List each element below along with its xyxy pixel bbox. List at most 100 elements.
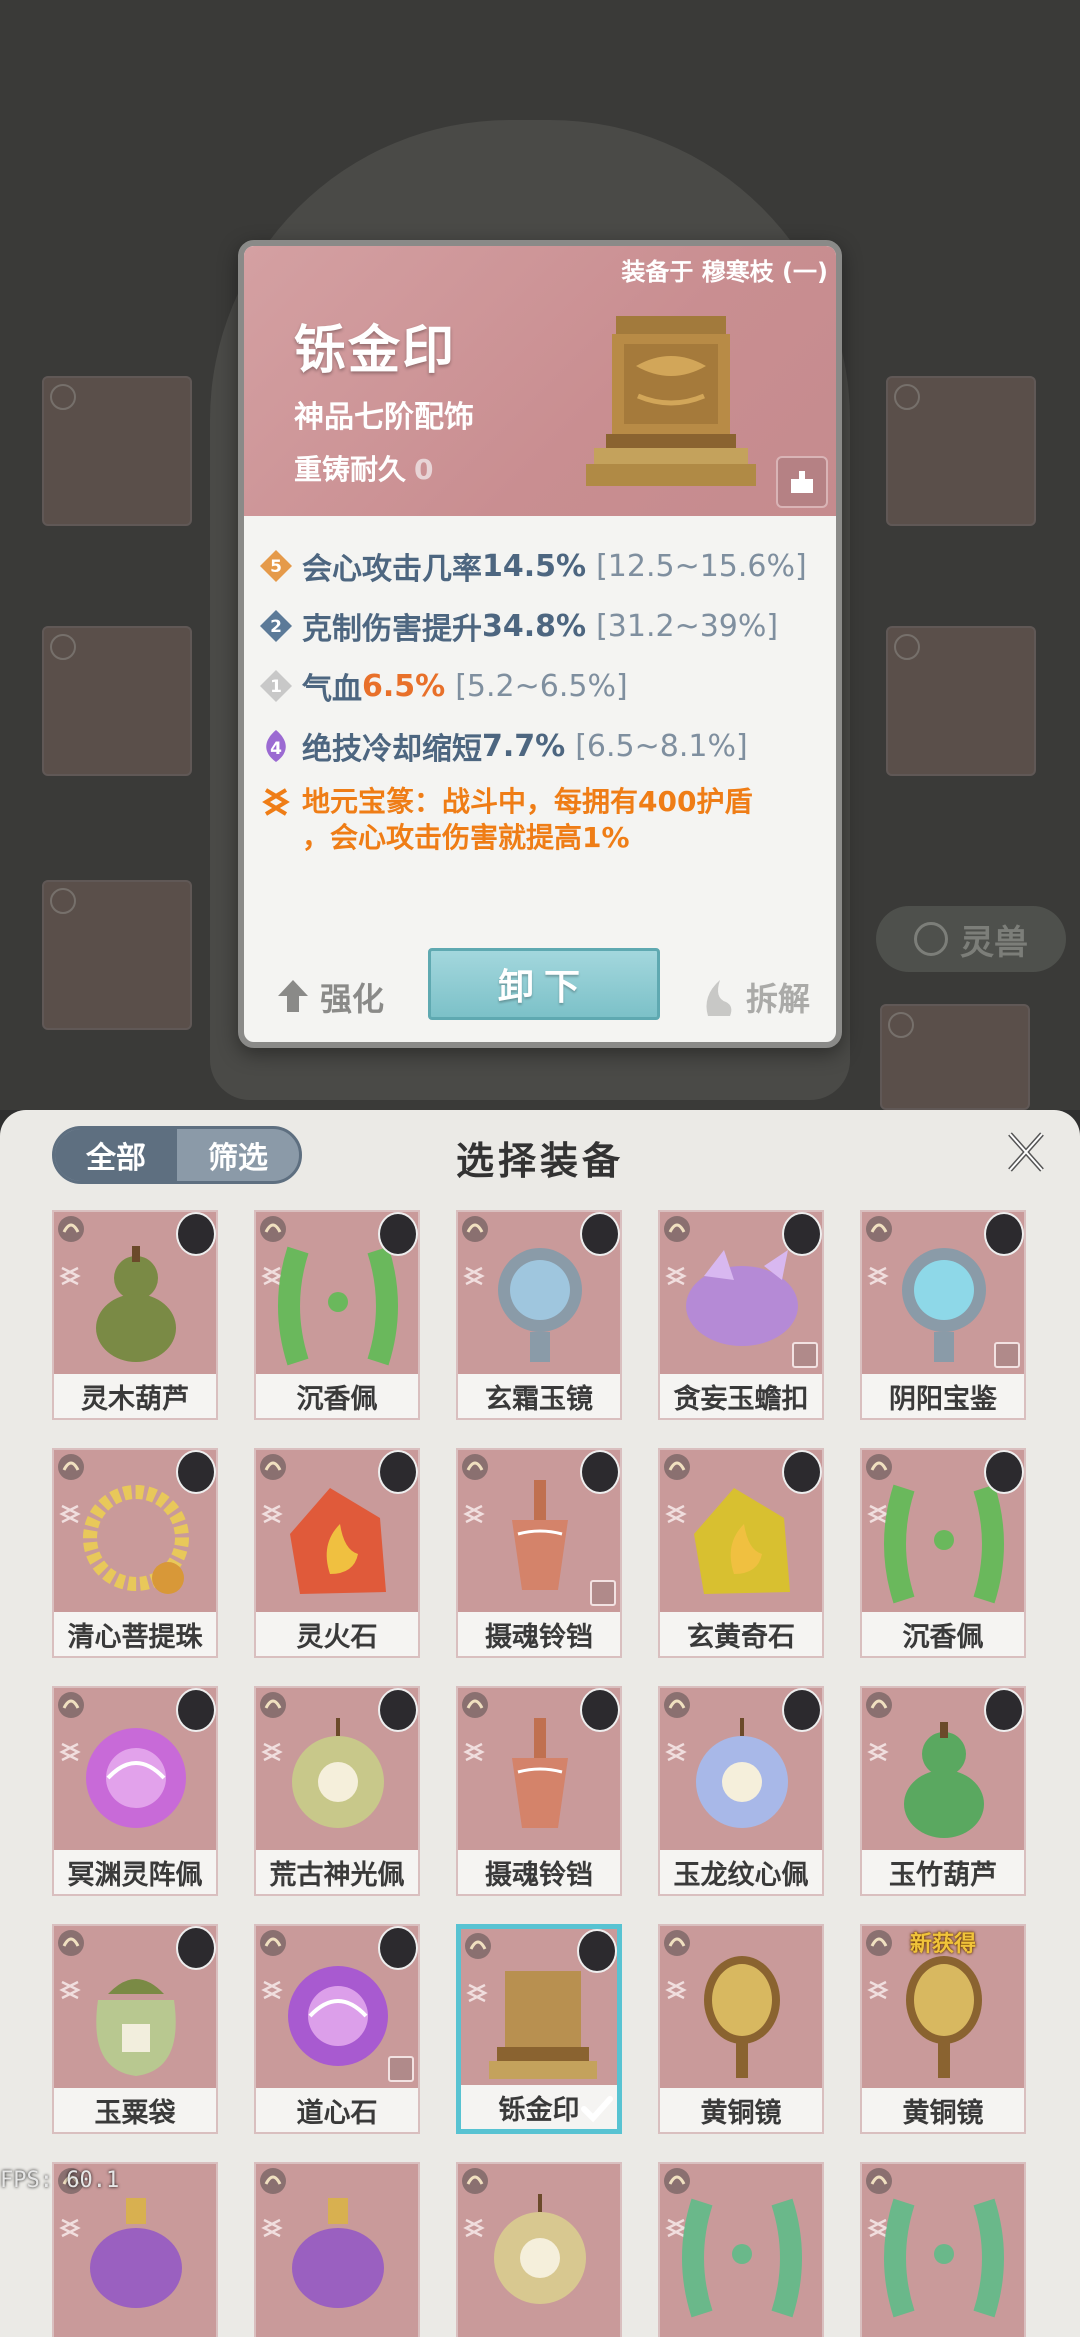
equipment-name: 阴阳宝鉴 [862, 1374, 1024, 1418]
owner-avatar [782, 1688, 822, 1732]
equipment-card[interactable]: 灵火石 [254, 1448, 420, 1658]
unequip-button[interactable]: 卸下 [428, 948, 660, 1020]
equip-slot-accessory [42, 880, 192, 1030]
owner-avatar [577, 1929, 617, 1973]
equipment-icon [90, 2198, 182, 2308]
item-detail-header: 装备于 穆寒枝 (一) 铄金印 神品七阶配饰 重铸耐久 0 [244, 246, 836, 516]
equipment-icon [96, 1979, 176, 2076]
spirit-beast-label: 灵兽 [960, 922, 1028, 963]
equipment-name: 玉粟袋 [54, 2088, 216, 2132]
stat-range: [12.5~15.6%] [596, 548, 807, 584]
arrow-up-icon [278, 980, 308, 1012]
equipment-icon [489, 1971, 597, 2079]
stat-label: 绝技冷却缩短 [302, 732, 482, 767]
equipment-icon [288, 1966, 388, 2066]
equipment-name: 玄霜玉镜 [458, 1374, 620, 1418]
equipment-icon [494, 2194, 586, 2304]
owner-avatar [580, 1450, 620, 1494]
equipment-name: 灵木葫芦 [54, 1374, 216, 1418]
close-icon[interactable] [1002, 1128, 1050, 1176]
equipment-card[interactable] [658, 2162, 824, 2337]
lock-icon [388, 2056, 414, 2082]
equipment-card[interactable]: 黄铜镜 [658, 1924, 824, 2134]
equipment-card[interactable]: 灵木葫芦 [52, 1210, 218, 1420]
item-name: 铄金印 [294, 321, 457, 381]
lock-icon [791, 471, 813, 493]
equipment-card[interactable]: 道心石 [254, 1924, 420, 2134]
equipment-card[interactable]: 玉粟袋 [52, 1924, 218, 2134]
stat-label: 克制伤害提升 [302, 612, 482, 647]
equipment-icon [906, 1956, 982, 2078]
equipment-card[interactable] [456, 2162, 622, 2337]
checkmark-icon [581, 2096, 613, 2123]
stat-label: 会心攻击几率 [302, 552, 482, 587]
owner-avatar [378, 1450, 418, 1494]
lock-icon [994, 1342, 1020, 1368]
dismantle-icon [706, 980, 732, 1016]
equipment-icon [292, 2198, 384, 2308]
equipment-card[interactable]: 玄霜玉镜 [456, 1210, 622, 1420]
equipment-card[interactable]: 新获得 黄铜镜 [860, 1924, 1026, 2134]
owner-avatar [984, 1450, 1024, 1494]
equipment-card[interactable]: 冥渊灵阵佩 [52, 1686, 218, 1896]
equipment-name: 道心石 [256, 2088, 418, 2132]
equipment-card[interactable]: 沉香佩 [254, 1210, 420, 1420]
equipment-card[interactable]: 沉香佩 [860, 1448, 1026, 1658]
stat-rank-icon: 2 [260, 610, 292, 642]
equipment-card[interactable]: 摄魂铃铛 [456, 1686, 622, 1896]
svg-text:4: 4 [270, 739, 282, 759]
equipment-card[interactable]: 玉竹葫芦 [860, 1686, 1026, 1896]
equipment-card[interactable]: 阴阳宝鉴 [860, 1210, 1026, 1420]
equipment-icon [498, 1248, 582, 1362]
special-effect-icon [262, 788, 290, 816]
equipment-icon [884, 2198, 1004, 2318]
stats-list: 5 会心攻击几率 14.5% [12.5~15.6%] 2 克制伤害提升 34.8%… [258, 536, 836, 856]
equipment-icon [96, 1246, 176, 1362]
equipment-card[interactable]: 摄魂铃铛 [456, 1448, 622, 1658]
equipment-name: 黄铜镜 [660, 2088, 822, 2132]
reforge-label: 重铸耐久 [294, 453, 407, 486]
equipment-name: 灵火石 [256, 1612, 418, 1656]
equipment-name: 玉竹葫芦 [862, 1850, 1024, 1894]
equipment-card[interactable]: 清心菩提珠 [52, 1448, 218, 1658]
equipment-icon [278, 1246, 398, 1366]
equipment-icon [292, 1718, 384, 1828]
equipment-card[interactable]: 铄金印 [456, 1924, 622, 2134]
equipment-icon [86, 1728, 186, 1828]
lock-button[interactable] [776, 456, 828, 508]
detail-actions: 强化 卸下 拆解 [244, 932, 836, 1042]
equipped-on-label: 装备于 穆寒枝 (一) [621, 258, 828, 286]
stat-row: 2 克制伤害提升 34.8% [31.2~39%] [258, 596, 836, 656]
equipment-icon [704, 1956, 780, 2078]
equipment-card[interactable]: 贪妄玉蟾扣 [658, 1210, 824, 1420]
owner-avatar [176, 1688, 216, 1732]
fps-counter: FPS: 60.1 [0, 2168, 120, 2193]
dismantle-label: 拆解 [745, 980, 810, 1018]
equipment-card[interactable]: 荒古神光佩 [254, 1686, 420, 1896]
equipment-icon [904, 1722, 984, 1838]
svg-text:2: 2 [270, 617, 282, 637]
special-effect: 地元宝篆：战斗中，每拥有400护盾 ，会心攻击伤害就提高1% [258, 784, 836, 856]
equipment-card[interactable]: 玄黄奇石 [658, 1448, 824, 1658]
owner-avatar [984, 1212, 1024, 1256]
owner-avatar [782, 1212, 822, 1256]
equipment-name: 沉香佩 [256, 1374, 418, 1418]
spirit-beast-button: 灵兽 [876, 906, 1066, 972]
equipment-card[interactable] [860, 2162, 1026, 2337]
stat-row: 5 会心攻击几率 14.5% [12.5~15.6%] [258, 536, 836, 596]
stat-value: 14.5% [482, 548, 587, 584]
svg-text:5: 5 [270, 557, 282, 577]
equipment-name: 沉香佩 [862, 1612, 1024, 1656]
special-effect-line: ，会心攻击伤害就提高1% [302, 821, 630, 854]
lock-icon [792, 1342, 818, 1368]
dismantle-button[interactable]: 拆解 [700, 974, 810, 1020]
special-effect-line: 地元宝篆：战斗中，每拥有400护盾 [302, 785, 753, 818]
equipment-card[interactable]: 玉龙纹心佩 [658, 1686, 824, 1896]
equipment-card[interactable] [254, 2162, 420, 2337]
panel-title: 选择装备 [455, 1139, 624, 1183]
owner-avatar [580, 1688, 620, 1732]
stat-value: 34.8% [482, 608, 587, 644]
enhance-button[interactable]: 强化 [276, 974, 384, 1020]
stat-rank-icon: 1 [260, 670, 292, 702]
equipment-icon [696, 1718, 788, 1828]
